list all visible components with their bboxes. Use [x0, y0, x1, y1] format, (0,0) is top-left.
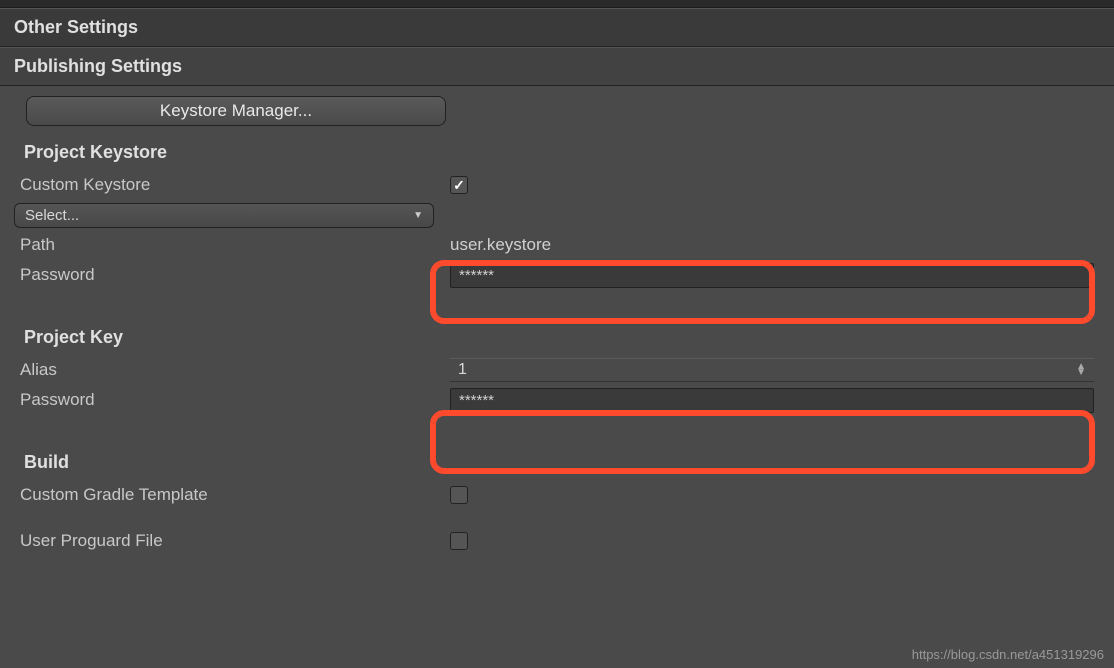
gradle-template-checkbox[interactable]: [450, 486, 468, 504]
custom-keystore-label: Custom Keystore: [20, 175, 450, 195]
path-value: user.keystore: [450, 235, 551, 255]
keystore-manager-button[interactable]: Keystore Manager...: [26, 96, 446, 126]
path-label: Path: [20, 235, 450, 255]
publishing-settings-header[interactable]: Publishing Settings: [0, 47, 1114, 86]
custom-keystore-checkbox[interactable]: [450, 176, 468, 194]
build-title: Build: [24, 452, 1094, 473]
alias-value: 1: [458, 361, 467, 379]
project-key-title: Project Key: [24, 327, 1094, 348]
gradle-template-label: Custom Gradle Template: [20, 485, 450, 505]
keystore-password-input[interactable]: [450, 263, 1094, 288]
key-password-input[interactable]: [450, 388, 1094, 413]
proguard-file-checkbox[interactable]: [450, 532, 468, 550]
keystore-password-label: Password: [20, 265, 450, 285]
project-keystore-title: Project Keystore: [24, 142, 1094, 163]
proguard-file-label: User Proguard File: [20, 531, 450, 551]
keystore-select-dropdown[interactable]: Select... ▼: [14, 203, 434, 228]
watermark-text: https://blog.csdn.net/a451319296: [912, 647, 1104, 662]
alias-select[interactable]: 1 ▲▼: [450, 358, 1094, 382]
chevron-down-icon: ▼: [413, 210, 423, 221]
updown-icon: ▲▼: [1076, 364, 1086, 376]
window-top-bar: [0, 0, 1114, 8]
other-settings-header[interactable]: Other Settings: [0, 8, 1114, 47]
alias-label: Alias: [20, 360, 450, 380]
keystore-select-value: Select...: [25, 207, 79, 224]
key-password-label: Password: [20, 390, 450, 410]
